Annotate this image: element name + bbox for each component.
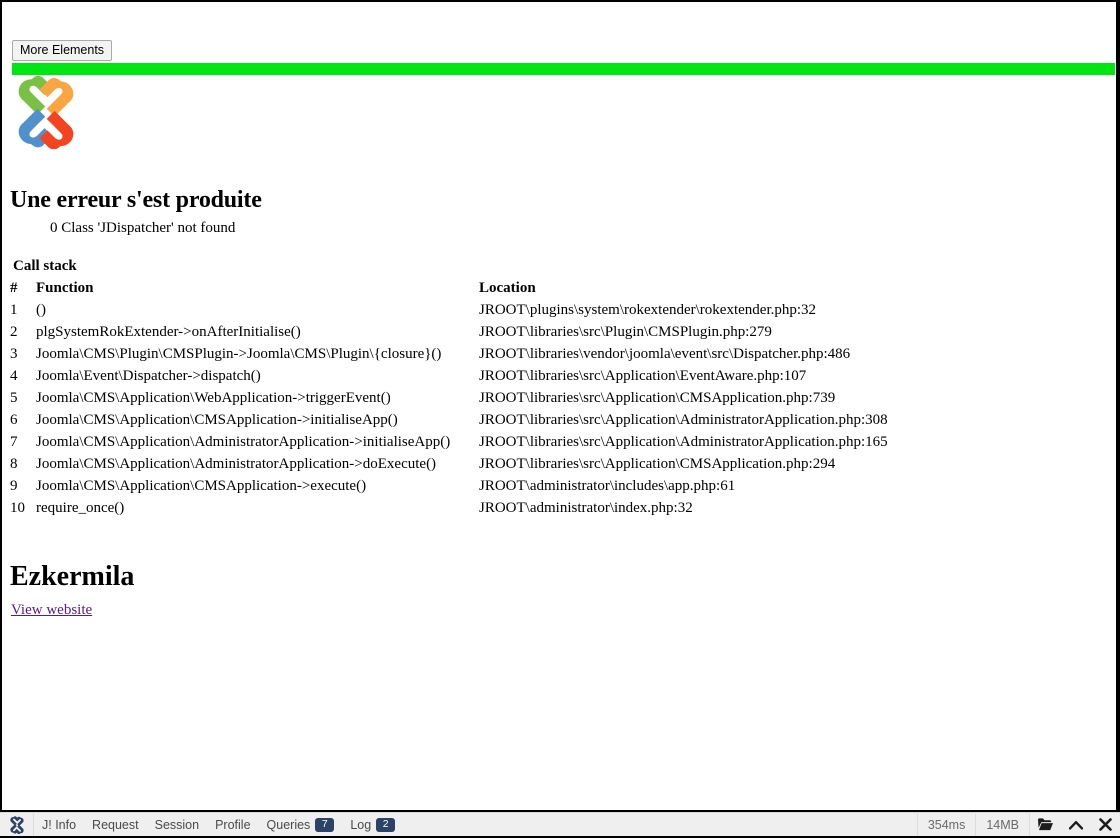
column-header-location: Location xyxy=(479,280,536,296)
debug-item-session[interactable]: Session xyxy=(147,813,207,836)
table-row: 10 require_once() JROOT\administrator\inde… xyxy=(10,498,888,520)
call-stack-location: JROOT\libraries\vendor\joomla\event\src\… xyxy=(479,346,851,362)
debug-item-label: Request xyxy=(92,817,139,832)
debug-time-metric: 354ms xyxy=(927,817,966,832)
debug-item-request[interactable]: Request xyxy=(84,813,147,836)
joomla-debug-bar: J! Info Request Session Profile Queries 7 Log 2… xyxy=(0,812,1120,836)
call-stack-function: plgSystemRokExtender->onAfterInitialise(… xyxy=(36,324,301,340)
call-stack-index: 9 xyxy=(10,478,18,494)
debug-item-label: Log xyxy=(350,817,372,832)
call-stack-function: Joomla\CMS\Application\AdministratorAppl… xyxy=(36,456,437,472)
page-viewport: More Elements Une erreur s'est produite … xyxy=(2,2,1116,810)
table-row: 9 Joomla\CMS\Application\CMSApplication->… xyxy=(10,476,888,498)
debug-item-log[interactable]: Log 2 xyxy=(342,813,403,836)
call-stack-location: JROOT\libraries\src\Application\Administ… xyxy=(479,412,888,428)
call-stack-location: JROOT\administrator\index.php:32 xyxy=(479,500,693,516)
chevron-up-icon[interactable] xyxy=(1061,813,1091,836)
debug-item-j-info[interactable]: J! Info xyxy=(34,813,84,836)
debug-item-label: Queries xyxy=(266,817,311,832)
error-message: 0 Class 'JDispatcher' not found xyxy=(50,220,236,236)
call-stack-function: Joomla\CMS\Application\AdministratorAppl… xyxy=(36,434,451,450)
close-icon[interactable] xyxy=(1091,813,1120,836)
table-row: 7 Joomla\CMS\Application\AdministratorApp… xyxy=(10,432,888,454)
call-stack-index: 7 xyxy=(10,434,18,450)
call-stack-function: Joomla\CMS\Application\WebApplication->t… xyxy=(36,390,391,406)
call-stack-title: Call stack xyxy=(13,258,77,274)
debug-item-queries[interactable]: Queries 7 xyxy=(259,813,343,836)
call-stack-location: JROOT\libraries\src\Application\CMSAppli… xyxy=(479,390,836,406)
call-stack-function: () xyxy=(36,302,46,318)
call-stack-index: 1 xyxy=(10,302,18,318)
call-stack-location: JROOT\libraries\src\Application\CMSAppli… xyxy=(479,456,836,472)
call-stack-index: 6 xyxy=(10,412,18,428)
debug-item-profile[interactable]: Profile xyxy=(207,813,258,836)
debug-item-label: Profile xyxy=(215,817,251,832)
call-stack-location: JROOT\libraries\src\Plugin\CMSPlugin.php… xyxy=(479,324,772,340)
debug-bar-right: 354ms 14MB xyxy=(916,813,1120,836)
table-row: 8 Joomla\CMS\Application\AdministratorApp… xyxy=(10,454,888,476)
call-stack-table: # Function Location 1 () JROOT\plugins\sys… xyxy=(10,280,888,520)
call-stack-index: 5 xyxy=(10,390,18,406)
browser-window: More Elements Une erreur s'est produite … xyxy=(0,0,1120,838)
table-header-row: # Function Location xyxy=(10,280,888,300)
toolbar: More Elements xyxy=(2,40,113,62)
call-stack-function: Joomla\CMS\Application\CMSApplication->e… xyxy=(36,478,367,494)
call-stack-function: Joomla\Event\Dispatcher->dispatch() xyxy=(36,368,261,384)
call-stack-function: Joomla\CMS\Application\CMSApplication->i… xyxy=(36,412,398,428)
call-stack-index: 3 xyxy=(10,346,18,362)
joomla-logo xyxy=(10,75,82,150)
call-stack-location: JROOT\libraries\src\Application\EventAwa… xyxy=(479,368,807,384)
debug-item-badge: 2 xyxy=(376,817,396,832)
debug-item-label: Session xyxy=(154,817,200,832)
table-row: 6 Joomla\CMS\Application\CMSApplication->… xyxy=(10,410,888,432)
table-row: 3 Joomla\CMS\Plugin\CMSPlugin->Joomla\CMS… xyxy=(10,344,888,366)
call-stack-location: JROOT\plugins\system\rokextender\rokexte… xyxy=(479,302,817,318)
table-row: 4 Joomla\Event\Dispatcher->dispatch() JROO… xyxy=(10,366,888,388)
call-stack-location: JROOT\administrator\includes\app.php:61 xyxy=(479,478,736,494)
more-elements-button[interactable]: More Elements xyxy=(12,40,113,61)
column-header-function: Function xyxy=(36,280,94,296)
debug-bar-left: J! Info Request Session Profile Queries 7 Log 2 xyxy=(0,813,403,836)
table-row: 5 Joomla\CMS\Application\WebApplication->… xyxy=(10,388,888,410)
joomla-debug-icon[interactable] xyxy=(7,815,27,835)
call-stack-index: 8 xyxy=(10,456,18,472)
error-heading: Une erreur s'est produite xyxy=(10,187,262,214)
call-stack-function: require_once() xyxy=(36,500,125,516)
call-stack-index: 2 xyxy=(10,324,18,340)
site-name-heading: Ezkermila xyxy=(10,560,135,592)
debug-item-badge: 7 xyxy=(315,817,335,832)
debug-memory-metric: 14MB xyxy=(986,817,1019,832)
call-stack-index: 4 xyxy=(10,368,18,384)
table-row: 2 plgSystemRokExtender->onAfterInitialise… xyxy=(10,322,888,344)
call-stack-location: JROOT\libraries\src\Application\Administ… xyxy=(479,434,888,450)
folder-icon[interactable] xyxy=(1030,813,1061,836)
green-status-bar xyxy=(12,63,1115,75)
call-stack-function: Joomla\CMS\Plugin\CMSPlugin->Joomla\CMS\… xyxy=(36,346,442,362)
table-row: 1 () JROOT\plugins\system\rokextender\roke… xyxy=(10,300,888,322)
view-website-link[interactable]: View website xyxy=(11,602,92,619)
column-header-num: # xyxy=(10,280,18,296)
debug-item-label: J! Info xyxy=(42,817,77,832)
call-stack-index: 10 xyxy=(10,500,25,516)
